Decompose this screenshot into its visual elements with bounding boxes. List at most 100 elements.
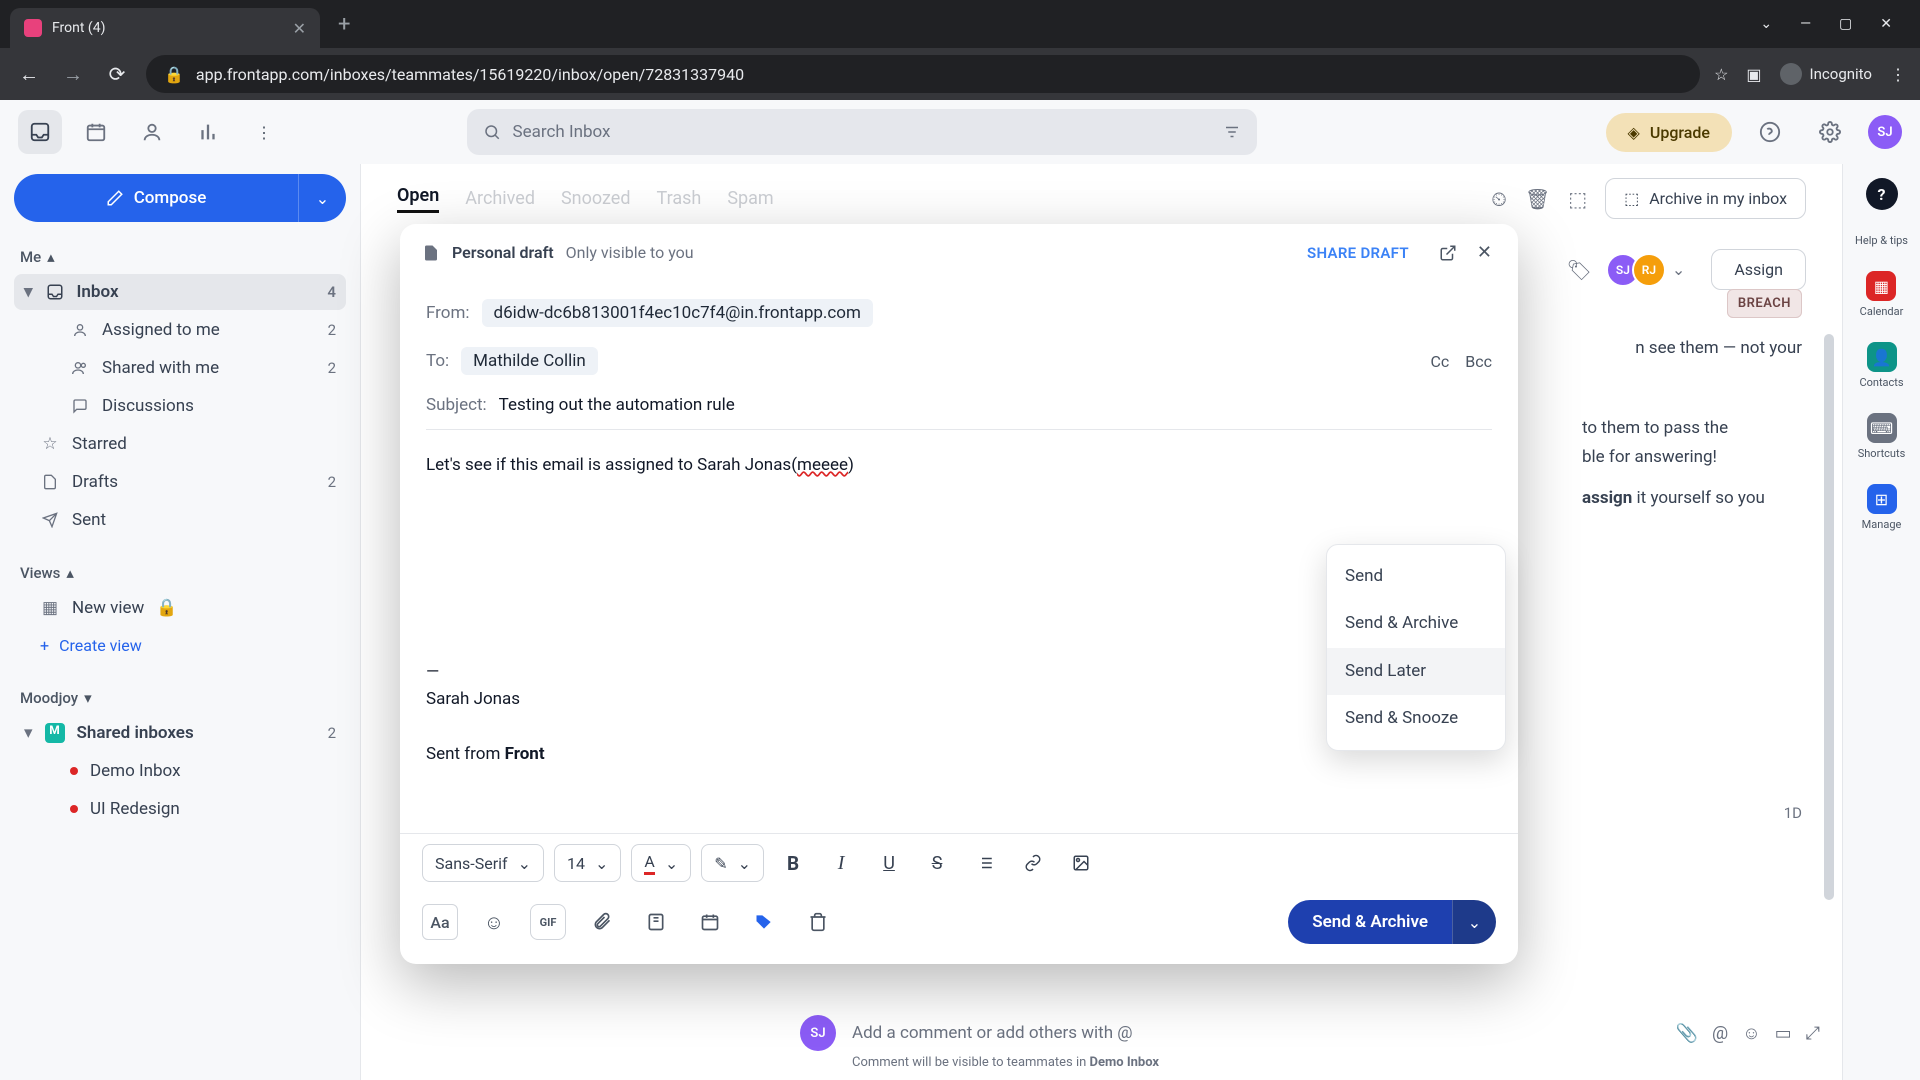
send-option-send-archive[interactable]: Send & Archive (1327, 600, 1505, 647)
gif-icon[interactable]: ▭ (1775, 1023, 1792, 1044)
assignee-cluster[interactable]: SJ RJ ⌄ (1606, 253, 1685, 287)
attach-icon[interactable]: 📎 (1676, 1023, 1698, 1044)
tab-archived[interactable]: Archived (465, 188, 535, 209)
expand-icon[interactable]: ⤢ (1806, 1023, 1820, 1044)
new-tab-button[interactable]: + (338, 12, 350, 37)
send-option-send[interactable]: Send (1327, 553, 1505, 600)
sidebar-item-starred[interactable]: ☆ Starred (14, 426, 346, 462)
bcc-button[interactable]: Bcc (1465, 352, 1492, 371)
highlight-button[interactable]: ✎⌄ (701, 844, 764, 882)
scrollbar-thumb[interactable] (1824, 334, 1834, 900)
analytics-nav-icon[interactable] (186, 110, 230, 154)
contacts-nav-icon[interactable] (130, 110, 174, 154)
maximize-icon[interactable]: ▢ (1839, 16, 1852, 32)
calendar-nav-icon[interactable] (74, 110, 118, 154)
text-color-button[interactable]: A⌄ (631, 844, 691, 882)
snooze-action-icon[interactable]: ⏲ (1491, 187, 1507, 211)
tag-button[interactable] (746, 904, 782, 940)
share-draft-button[interactable]: SHARE DRAFT (1307, 244, 1409, 262)
settings-icon[interactable] (1808, 110, 1852, 154)
tag-action-icon[interactable]: 🏷 (1567, 258, 1592, 282)
rail-calendar[interactable]: ▦Calendar (1860, 271, 1904, 318)
incognito-badge[interactable]: Incognito (1780, 63, 1872, 85)
upgrade-button[interactable]: ◈ Upgrade (1606, 113, 1732, 152)
breach-tag[interactable]: BREACH (1727, 289, 1802, 318)
search-input[interactable]: Search Inbox (467, 109, 1257, 155)
text-format-toggle[interactable]: Aa (422, 904, 458, 940)
archive-action-icon[interactable]: ⬚ (1568, 187, 1587, 211)
user-avatar[interactable]: SJ (1868, 115, 1902, 149)
sidebar-item-assigned[interactable]: Assigned to me 2 (14, 312, 346, 348)
emoji-button[interactable]: ☺ (476, 904, 512, 940)
image-button[interactable] (1062, 844, 1100, 882)
to-chip[interactable]: Mathilde Collin (461, 347, 598, 375)
gif-button[interactable]: GIF (530, 904, 566, 940)
template-button[interactable] (638, 904, 674, 940)
tab-close-icon[interactable]: ✕ (293, 19, 306, 38)
extensions-icon[interactable]: ▣ (1746, 65, 1761, 84)
attach-button[interactable] (584, 904, 620, 940)
sidebar-item-demo-inbox[interactable]: Demo Inbox (14, 753, 346, 789)
section-views[interactable]: Views ▴ (14, 558, 346, 588)
url-field[interactable]: 🔒 app.frontapp.com/inboxes/teammates/156… (146, 55, 1700, 93)
sidebar-item-drafts[interactable]: Drafts 2 (14, 464, 346, 500)
create-view-link[interactable]: + Create view (14, 628, 346, 663)
tab-trash[interactable]: Trash (657, 188, 702, 209)
strikethrough-button[interactable]: S (918, 844, 956, 882)
compose-dropdown[interactable]: ⌄ (298, 174, 346, 222)
browser-menu-icon[interactable]: ⋮ (1890, 65, 1906, 84)
forward-button[interactable]: → (58, 62, 88, 87)
section-moodjoy[interactable]: Moodjoy ▾ (14, 683, 346, 713)
sidebar-item-sent[interactable]: Sent (14, 502, 346, 538)
calendar-insert-button[interactable] (692, 904, 728, 940)
rail-shortcuts[interactable]: ⌨Shortcuts (1858, 413, 1906, 460)
close-window-icon[interactable]: ✕ (1880, 16, 1892, 32)
sidebar-item-inbox[interactable]: ▾ Inbox 4 (14, 274, 346, 310)
rail-manage[interactable]: ⊞Manage (1862, 484, 1902, 531)
bookmark-icon[interactable]: ☆ (1714, 65, 1728, 84)
from-value[interactable]: d6idw-dc6b813001f4ec10c7f4@in.frontapp.c… (482, 299, 873, 327)
close-icon[interactable]: ✕ (1473, 238, 1496, 267)
archive-button[interactable]: ⬚ Archive in my inbox (1605, 178, 1806, 219)
help-tips-button[interactable]: ? (1866, 178, 1898, 210)
minimize-icon[interactable]: — (1800, 16, 1811, 32)
sidebar-item-new-view[interactable]: ▦ New view 🔒 (14, 590, 346, 626)
tab-open[interactable]: Open (397, 185, 439, 213)
send-archive-button[interactable]: Send & Archive (1288, 900, 1452, 944)
emoji-icon[interactable]: ☺ (1742, 1023, 1760, 1044)
italic-button[interactable]: I (822, 844, 860, 882)
font-select[interactable]: Sans-Serif⌄ (422, 844, 544, 882)
help-icon[interactable] (1748, 110, 1792, 154)
sidebar-item-discussions[interactable]: Discussions (14, 388, 346, 424)
rail-contacts[interactable]: 👤Contacts (1859, 342, 1903, 389)
bold-button[interactable]: B (774, 844, 812, 882)
popout-icon[interactable] (1435, 240, 1461, 266)
assign-button[interactable]: Assign (1711, 249, 1806, 290)
inbox-nav-icon[interactable] (18, 110, 62, 154)
list-button[interactable] (966, 844, 1004, 882)
sidebar-item-ui-redesign[interactable]: UI Redesign (14, 791, 346, 827)
browser-tab[interactable]: Front (4) ✕ (10, 8, 320, 48)
compose-button[interactable]: Compose (14, 174, 298, 222)
tab-spam[interactable]: Spam (727, 188, 773, 209)
cc-button[interactable]: Cc (1430, 352, 1449, 371)
send-option-send-later[interactable]: Send Later (1327, 648, 1505, 695)
site-info-icon[interactable]: 🔒 (164, 65, 184, 84)
sidebar-item-shared-inboxes[interactable]: ▾ M Shared inboxes 2 (14, 715, 346, 751)
mention-icon[interactable]: @ (1712, 1023, 1728, 1044)
underline-button[interactable]: U (870, 844, 908, 882)
back-button[interactable]: ← (14, 62, 44, 87)
send-dropdown-button[interactable]: ⌄ (1452, 900, 1496, 944)
tab-snoozed[interactable]: Snoozed (561, 188, 631, 209)
reload-button[interactable]: ⟳ (102, 62, 132, 86)
tab-search-icon[interactable]: ⌄ (1760, 16, 1772, 32)
subject-input[interactable]: Testing out the automation rule (499, 395, 735, 415)
sidebar-item-shared[interactable]: Shared with me 2 (14, 350, 346, 386)
compose-body[interactable]: Let's see if this email is assigned to S… (400, 430, 1518, 833)
search-filter-icon[interactable] (1223, 123, 1241, 141)
trash-action-icon[interactable]: 🗑 (1525, 187, 1550, 211)
link-button[interactable] (1014, 844, 1052, 882)
section-me[interactable]: Me ▴ (14, 242, 346, 272)
font-size-select[interactable]: 14⌄ (554, 844, 621, 882)
send-option-send-snooze[interactable]: Send & Snooze (1327, 695, 1505, 742)
